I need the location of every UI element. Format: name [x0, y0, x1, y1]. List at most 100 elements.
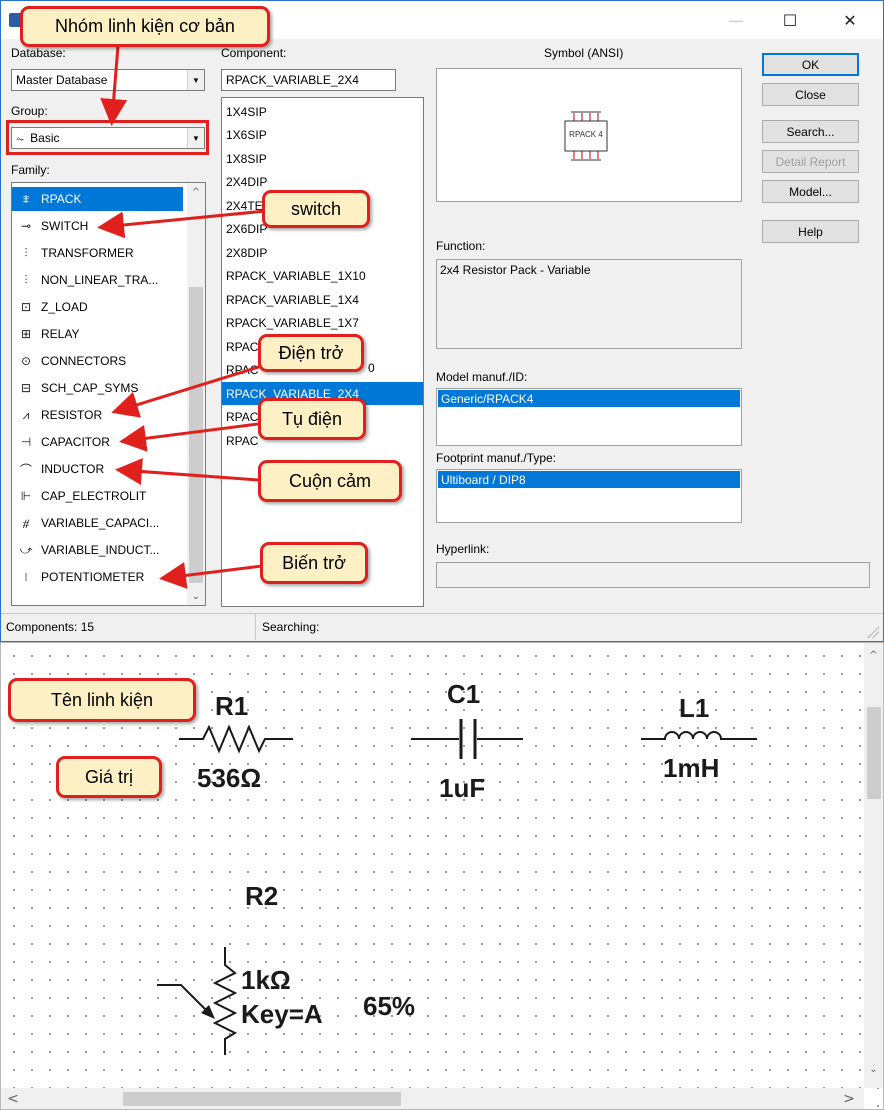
transformer-icon: ⫶ — [24, 245, 28, 260]
family-item-label: INDUCTOR — [41, 462, 105, 476]
scroll-down-icon[interactable]: ⌄ — [864, 1061, 883, 1077]
cap-electrolit-icon: ⊩ — [20, 489, 32, 503]
footprint-row[interactable]: Ultiboard / DIP8 — [438, 471, 740, 488]
l1-value: 1mH — [663, 753, 720, 783]
l1-name: L1 — [679, 693, 710, 723]
callout-group: Nhóm linh kiện cơ bản — [20, 6, 270, 47]
callout-potentiometer: Biến trở — [260, 542, 368, 584]
family-item-label: RESISTOR — [41, 408, 103, 422]
footprint-label: Footprint manuf./Type: — [436, 451, 557, 465]
component-value: RPACK_VARIABLE_2X4 — [226, 73, 359, 87]
nonlinear-transformer-icon: ⫶ — [24, 272, 28, 287]
component-item-label: RPAC — [226, 410, 259, 424]
symbol-label: Symbol (ANSI) — [544, 46, 624, 60]
footprint-list[interactable]: Ultiboard / DIP8 — [436, 469, 742, 523]
z-load-icon: ⊡ — [20, 300, 32, 314]
family-label: Family: — [11, 163, 50, 177]
family-list[interactable]: ^ ⌄ ⩨ RPACK ⊸ SWITCH ⫶ TRANSFORMER ⫶ NON_LINEAR… — [11, 182, 206, 606]
scroll-up-icon[interactable]: ^ — [864, 647, 883, 663]
canvas-vscrollbar[interactable]: ^ ⌄ — [864, 643, 883, 1088]
symbol-chip-text: RPACK 4 — [569, 130, 603, 139]
component-item[interactable]: RPACK_VARIABLE_1X10 — [222, 265, 423, 288]
database-select[interactable]: Master Database ▼ — [11, 69, 205, 91]
model-row[interactable]: Generic/RPACK4 — [438, 390, 740, 407]
canvas-vscroll-thumb[interactable] — [867, 707, 881, 799]
canvas-hscrollbar[interactable]: < > — [1, 1088, 864, 1109]
close-button[interactable]: Close — [762, 83, 859, 106]
family-item-variable-induct[interactable]: ⤻ VARIABLE_INDUCT... — [12, 538, 182, 562]
component-item[interactable]: 1X6SIP — [222, 124, 423, 147]
family-item-connectors[interactable]: ⊙ CONNECTORS — [12, 349, 182, 373]
component-item-label: RPAC — [226, 339, 259, 354]
family-item-non-linear-tra[interactable]: ⫶ NON_LINEAR_TRA... — [12, 268, 182, 292]
family-item-label: CONNECTORS — [41, 354, 127, 368]
family-item-cap-electrolit[interactable]: ⊩ CAP_ELECTROLIT — [12, 484, 182, 508]
component-input[interactable]: RPACK_VARIABLE_2X4 — [221, 69, 396, 91]
family-item-sch-cap-syms[interactable]: ⊟ SCH_CAP_SYMS — [12, 376, 182, 400]
close-icon[interactable]: ✕ — [827, 1, 873, 39]
variable-capacitor-icon: ⧣ — [22, 515, 30, 530]
component-item[interactable]: 1X8SIP — [222, 147, 423, 170]
family-item-rpack[interactable]: ⩨ RPACK — [12, 187, 183, 211]
model-list[interactable]: Generic/RPACK4 — [436, 388, 742, 446]
callout-switch: switch — [262, 190, 370, 228]
detail-report-button[interactable]: Detail Report — [762, 150, 859, 173]
hyperlink-field[interactable] — [436, 562, 870, 588]
r2-key: Key=A — [241, 999, 323, 1029]
maximize-icon[interactable]: ☐ — [767, 1, 813, 39]
hyperlink-label: Hyperlink: — [436, 542, 490, 556]
family-item-label: RELAY — [41, 327, 80, 341]
component-item-label: RPAC — [226, 433, 259, 448]
scroll-up-icon[interactable]: ^ — [187, 183, 205, 201]
database-label: Database: — [11, 46, 66, 60]
relay-icon: ⊞ — [20, 327, 32, 341]
family-item-inductor[interactable]: ⌒ INDUCTOR — [12, 457, 182, 481]
component-item-label: 2X4DIP — [226, 175, 268, 189]
resize-grip-icon[interactable] — [867, 626, 879, 638]
inductor-icon: ⌒ — [19, 462, 32, 477]
component-label: Component: — [221, 46, 287, 60]
family-item-variable-capaci[interactable]: ⧣ VARIABLE_CAPACI... — [12, 511, 182, 535]
r1-resistor-symbol — [179, 724, 293, 754]
family-item-potentiometer[interactable]: ⧙ POTENTIOMETER — [12, 565, 182, 589]
search-button[interactable]: Search... — [762, 120, 859, 143]
scroll-right-icon[interactable]: > — [841, 1090, 857, 1107]
ok-button[interactable]: OK — [762, 53, 859, 76]
family-item-z-load[interactable]: ⊡ Z_LOAD — [12, 295, 182, 319]
component-item-label: RPACK_VARIABLE_1X7 — [226, 316, 359, 330]
scroll-down-icon[interactable]: ⌄ — [187, 587, 205, 605]
callout-capacitor: Tụ điện — [258, 398, 366, 440]
component-item-label: 1X8SIP — [226, 151, 267, 166]
function-label: Function: — [436, 239, 486, 253]
minimize-icon[interactable]: — — [713, 1, 759, 39]
callout-component-name: Tên linh kiện — [8, 678, 196, 722]
family-item-relay[interactable]: ⊞ RELAY — [12, 322, 182, 346]
scroll-left-icon[interactable]: < — [5, 1090, 21, 1107]
component-item-label: RPACK_VARIABLE_1X4 — [226, 292, 359, 307]
family-item-capacitor[interactable]: ⊣ CAPACITOR — [12, 430, 182, 454]
component-item[interactable]: RPACK_VARIABLE_1X7 — [222, 312, 423, 335]
r2-name: R2 — [245, 881, 279, 911]
model-label: Model manuf./ID: — [436, 370, 528, 384]
family-item-resistor[interactable]: ⩘ RESISTOR — [12, 403, 182, 427]
switch-icon: ⊸ — [20, 219, 32, 233]
family-item-switch[interactable]: ⊸ SWITCH — [12, 214, 182, 238]
help-button[interactable]: Help — [762, 220, 859, 243]
potentiometer-icon: ⧙ — [24, 569, 28, 584]
chevron-down-icon[interactable]: ▼ — [187, 70, 204, 90]
family-scrollbar[interactable]: ^ ⌄ — [187, 183, 205, 605]
status-searching: Searching: — [262, 620, 320, 634]
callout-inductor: Cuộn cảm — [258, 460, 402, 502]
model-button[interactable]: Model... — [762, 180, 859, 203]
component-item-label: RPACK_VARIABLE_1X10 — [226, 269, 366, 283]
family-item-transformer[interactable]: ⫶ TRANSFORMER — [12, 241, 182, 265]
function-value: 2x4 Resistor Pack - Variable — [440, 263, 591, 277]
variable-inductor-icon: ⤻ — [19, 542, 33, 557]
family-item-label: VARIABLE_CAPACI... — [41, 516, 160, 530]
r2-wiper-lead — [157, 984, 210, 1014]
component-item[interactable]: 2X8DIP — [222, 241, 423, 264]
canvas-hscroll-thumb[interactable] — [123, 1092, 401, 1106]
component-item[interactable]: RPACK_VARIABLE_1X4 — [222, 288, 423, 311]
family-scroll-thumb[interactable] — [189, 287, 203, 583]
component-item[interactable]: 1X4SIP — [222, 100, 423, 123]
